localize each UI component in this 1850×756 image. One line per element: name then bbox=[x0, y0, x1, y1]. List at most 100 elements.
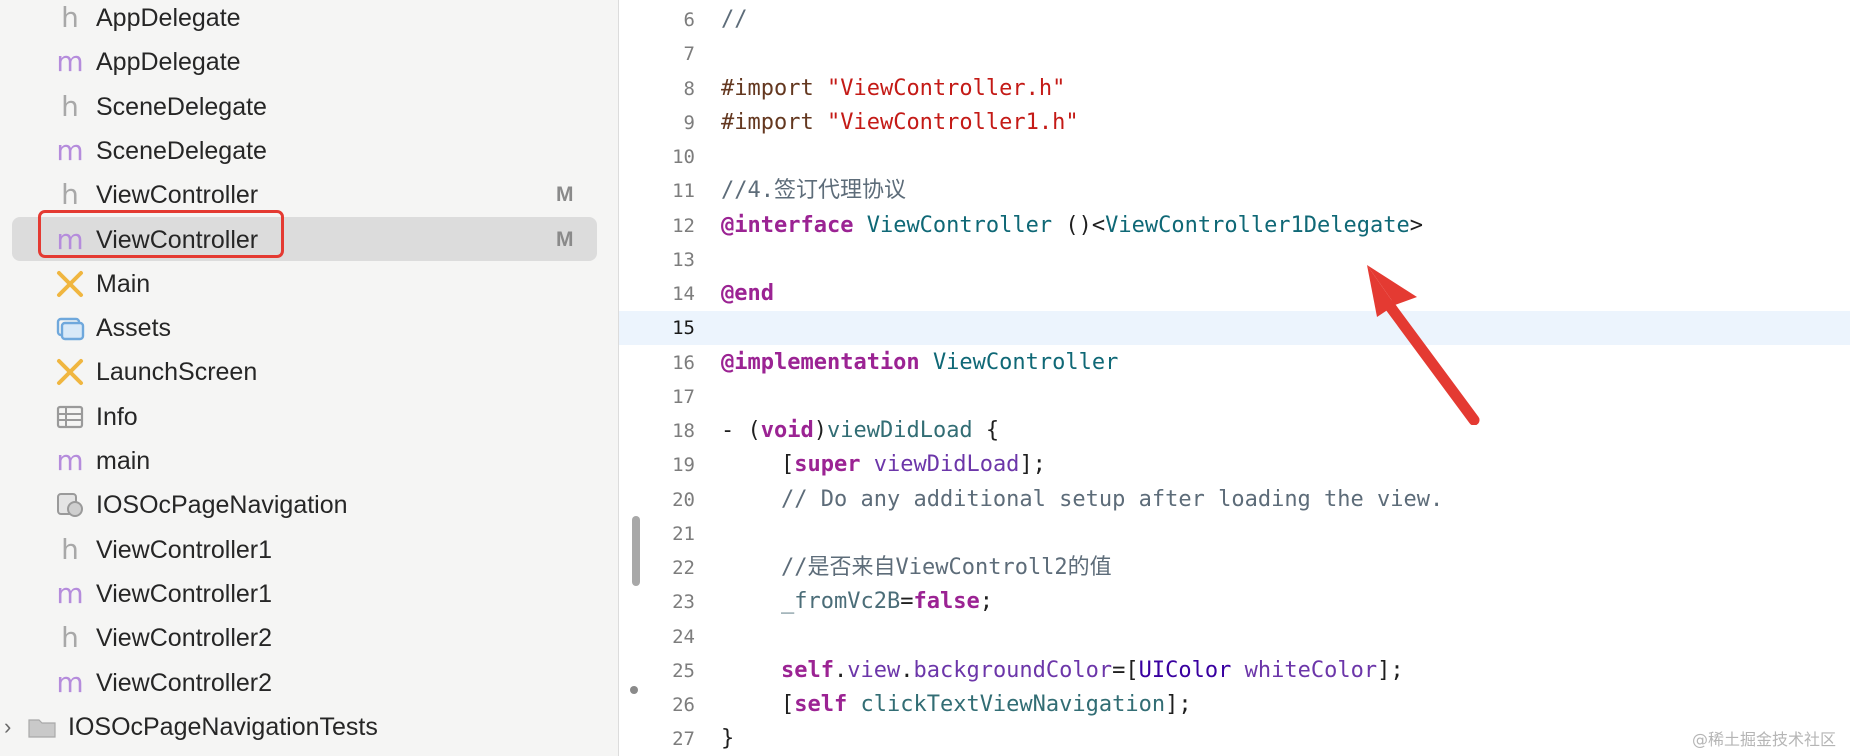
line-number: 26 bbox=[672, 694, 695, 716]
navigator-item[interactable]: h ViewController2 bbox=[0, 616, 618, 660]
code-line[interactable]: 23 _fromVc2B=false; bbox=[619, 585, 1850, 619]
objc-source-file-icon: m bbox=[56, 576, 84, 610]
line-number: 17 bbox=[672, 385, 695, 408]
code-line[interactable]: 13 bbox=[619, 243, 1850, 277]
code-token: ]; bbox=[1377, 657, 1404, 683]
code-text: // bbox=[721, 3, 748, 37]
code-line[interactable]: 11 //4.签订代理协议 bbox=[619, 174, 1850, 208]
storyboard-icon bbox=[54, 268, 86, 300]
line-number: 9 bbox=[683, 111, 695, 134]
code-line[interactable]: 8 #import "ViewController.h" bbox=[619, 72, 1850, 106]
code-line[interactable]: 24 bbox=[619, 620, 1850, 654]
navigator-scrollbar[interactable] bbox=[632, 516, 640, 586]
folder-icon bbox=[26, 711, 58, 743]
code-token: { bbox=[972, 418, 1000, 443]
code-line[interactable]: 19 [super viewDidLoad]; bbox=[619, 448, 1850, 482]
navigator-item[interactable]: LaunchScreen bbox=[0, 350, 618, 394]
code-text: @implementation ViewController bbox=[721, 346, 1118, 380]
code-token: ]; bbox=[1019, 452, 1046, 478]
code-line[interactable]: 25 self.view.backgroundColor=[UIColor whi… bbox=[619, 654, 1850, 688]
code-line[interactable]: 15 bbox=[619, 311, 1850, 346]
navigator-item[interactable]: m main bbox=[0, 439, 618, 483]
code-token: clickTextViewNavigation bbox=[860, 692, 1166, 717]
asset-catalog-icon bbox=[54, 312, 86, 344]
code-text: //4.签订代理协议 bbox=[721, 174, 906, 208]
code-text: [super viewDidLoad]; bbox=[781, 448, 1046, 482]
code-line[interactable]: 26 [self clickTextViewNavigation]; bbox=[619, 688, 1850, 722]
navigator-item[interactable]: Assets bbox=[0, 306, 618, 350]
code-line[interactable]: 17 bbox=[619, 380, 1850, 414]
line-number: 15 bbox=[672, 317, 695, 340]
code-line[interactable]: 16 @implementation ViewController bbox=[619, 346, 1850, 380]
code-token: view bbox=[847, 657, 901, 683]
code-token: ; bbox=[979, 589, 993, 615]
code-line[interactable]: 9 #import "ViewController1.h" bbox=[619, 106, 1850, 140]
navigator-item-label: Info bbox=[96, 402, 138, 431]
navigator-item-label: main bbox=[96, 447, 151, 475]
code-token: . bbox=[833, 657, 848, 683]
code-line[interactable]: 21 bbox=[619, 517, 1850, 551]
line-number: 25 bbox=[672, 659, 695, 682]
code-editor[interactable]: 6 // 7 8 #import "ViewController.h" 9 #import … bbox=[619, 0, 1850, 756]
code-line[interactable]: 12 @interface ViewController ()<ViewContr… bbox=[619, 209, 1850, 243]
code-line[interactable]: 7 bbox=[619, 37, 1850, 71]
code-token: =[ bbox=[1112, 657, 1139, 683]
navigator-item[interactable]: › IOSOcPageNavigationTests bbox=[0, 705, 618, 749]
code-token: "ViewController.h" bbox=[826, 75, 1066, 101]
code-text: // Do any additional setup after loading… bbox=[781, 483, 1443, 517]
code-token: #import bbox=[721, 109, 827, 135]
code-line[interactable]: 20 // Do any additional setup after loadi… bbox=[619, 483, 1850, 517]
watermark: @稀土掘金技术社区 bbox=[1691, 730, 1836, 749]
line-number: 7 bbox=[683, 43, 695, 66]
navigator-item[interactable]: Info bbox=[0, 395, 618, 439]
navigator-item[interactable]: m AppDelegate bbox=[0, 40, 618, 84]
navigator-item[interactable]: Main bbox=[0, 262, 618, 306]
code-token: ViewController1Delegate bbox=[1105, 212, 1410, 238]
code-line[interactable]: 10 bbox=[619, 140, 1850, 174]
code-token: @implementation bbox=[721, 349, 920, 375]
code-line[interactable]: 14 @end bbox=[619, 277, 1850, 311]
code-token: //是否来自ViewControll2的值 bbox=[781, 555, 1112, 580]
code-token: > bbox=[1409, 212, 1424, 238]
code-token: @interface bbox=[721, 212, 854, 238]
line-number: 14 bbox=[672, 283, 695, 305]
line-number: 20 bbox=[672, 488, 695, 511]
code-token: super bbox=[794, 452, 861, 478]
objc-source-file-icon: m bbox=[56, 444, 84, 477]
disclosure-chevron-icon[interactable]: › bbox=[4, 705, 11, 749]
line-number: 11 bbox=[672, 180, 695, 203]
code-token: self bbox=[781, 657, 834, 683]
navigator-item[interactable]: IOSOcPageNavigation bbox=[0, 483, 618, 527]
line-number: 12 bbox=[672, 214, 695, 237]
line-number: 24 bbox=[672, 625, 695, 648]
objc-source-file-icon: m bbox=[56, 665, 84, 699]
navigator-item-label: ViewController1 bbox=[96, 535, 273, 564]
code-token: // Do any additional setup after loading… bbox=[781, 486, 1444, 512]
line-number: 23 bbox=[672, 591, 695, 614]
navigator-item[interactable]: h ViewController1 bbox=[0, 528, 618, 572]
line-number: 13 bbox=[672, 248, 695, 271]
property-list-icon bbox=[54, 401, 86, 433]
navigator-item-label: SceneDelegate bbox=[96, 92, 267, 121]
source-control-modified-badge: M bbox=[556, 183, 574, 207]
code-text: //是否来自ViewControll2的值 bbox=[781, 551, 1112, 585]
navigator-item-label: IOSOcPageNavigationTests bbox=[68, 712, 378, 741]
navigator-item[interactable]: m ViewController1 bbox=[0, 572, 618, 616]
code-text: - (void)viewDidLoad { bbox=[721, 414, 999, 448]
navigator-item[interactable]: h AppDelegate bbox=[0, 0, 618, 40]
code-line[interactable]: 18 - (void)viewDidLoad { bbox=[619, 414, 1850, 448]
code-line[interactable]: 27} bbox=[619, 722, 1850, 756]
navigator-item[interactable]: m ViewController2 bbox=[0, 661, 618, 705]
code-token: ]; bbox=[1165, 692, 1192, 717]
code-line[interactable]: 22 //是否来自ViewControll2的值 bbox=[619, 551, 1850, 585]
annotation-highlight-box bbox=[38, 210, 284, 258]
navigator-item-label: ViewController2 bbox=[96, 624, 273, 653]
navigator-item[interactable]: h SceneDelegate bbox=[0, 85, 618, 129]
code-token: // bbox=[721, 7, 748, 32]
code-line[interactable]: 6 // bbox=[619, 3, 1850, 37]
navigator-item[interactable]: m SceneDelegate bbox=[0, 129, 618, 173]
entitlements-icon bbox=[54, 489, 86, 521]
